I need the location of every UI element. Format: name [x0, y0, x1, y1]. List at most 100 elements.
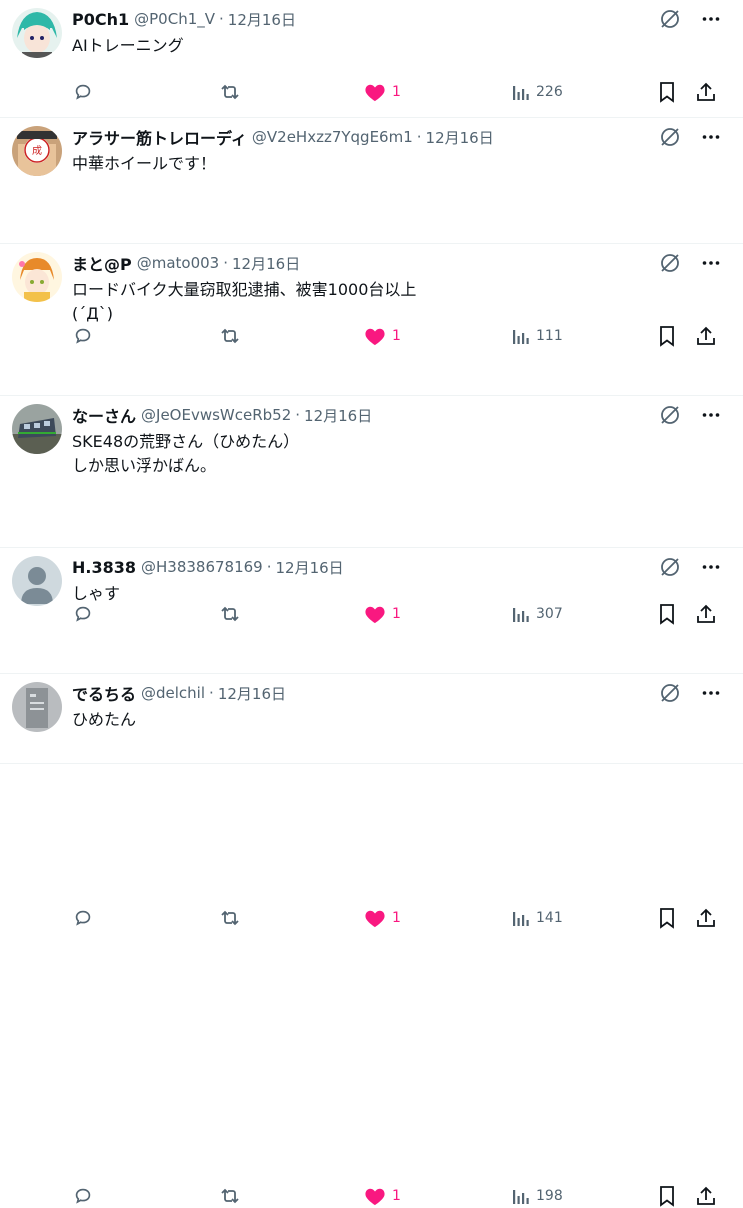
- views-button[interactable]: 141: [512, 908, 563, 928]
- user-handle[interactable]: @mato003: [137, 254, 220, 272]
- separator-dot: ·: [209, 684, 214, 702]
- bookmark-button[interactable]: [658, 81, 676, 103]
- like-button[interactable]: 1: [364, 82, 401, 102]
- reply-icon: [72, 81, 94, 103]
- action-bar: 1 198: [72, 1184, 721, 1208]
- retweet-button[interactable]: [218, 907, 242, 929]
- timestamp[interactable]: 12月16日: [228, 9, 296, 30]
- more-icon[interactable]: [701, 253, 721, 273]
- heart-icon: [364, 908, 386, 928]
- display-name[interactable]: なーさん: [72, 403, 136, 427]
- like-count: 1: [392, 910, 401, 926]
- share-button[interactable]: [695, 907, 717, 929]
- retweet-icon: [218, 907, 242, 929]
- display-name[interactable]: でるちる: [72, 681, 136, 705]
- retweet-button[interactable]: [218, 81, 242, 103]
- user-handle[interactable]: @H3838678169: [141, 558, 263, 576]
- avatar[interactable]: [12, 556, 62, 606]
- svg-text:成: 成: [32, 145, 42, 157]
- post-text: AIトレーニング: [72, 34, 184, 58]
- share-button[interactable]: [695, 1185, 717, 1207]
- timestamp[interactable]: 12月16日: [232, 253, 300, 274]
- reply-button[interactable]: [72, 907, 94, 929]
- reply-icon: [72, 1185, 94, 1207]
- post[interactable]: まと@P @mato003 · 12月16日 ロードバイク大量窃取犯逮捕、被害1000台…: [0, 244, 743, 625]
- reply-icon: [72, 907, 94, 929]
- retweet-button[interactable]: [218, 1185, 242, 1207]
- more-icon[interactable]: [701, 557, 721, 577]
- more-icon[interactable]: [701, 405, 721, 425]
- views-icon: [512, 1186, 530, 1206]
- reply-button[interactable]: [72, 1185, 94, 1207]
- view-count: 141: [536, 910, 563, 926]
- bookmark-icon: [658, 907, 676, 929]
- share-button[interactable]: [695, 81, 717, 103]
- post-text: ロードバイク大量窃取犯逮捕、被害1000台以上 (´Д`): [72, 278, 416, 326]
- share-icon: [695, 1185, 717, 1207]
- display-name[interactable]: アラサー筋トレローディ: [72, 125, 247, 149]
- heart-icon: [364, 82, 386, 102]
- post-text: SKE48の荒野さん（ひめたん） しか思い浮かばん。: [72, 430, 299, 478]
- bookmark-button[interactable]: [658, 907, 676, 929]
- post-top-actions: [659, 126, 721, 148]
- views-button[interactable]: 226: [512, 82, 563, 102]
- user-handle[interactable]: @V2eHxzz7YqgE6m1: [252, 128, 413, 146]
- view-count: 226: [536, 84, 563, 100]
- bookmark-button[interactable]: [658, 1185, 676, 1207]
- post-text-line: ロードバイク大量窃取犯逮捕、被害1000台以上: [72, 280, 417, 299]
- avatar[interactable]: [12, 404, 62, 454]
- timestamp[interactable]: 12月16日: [218, 683, 286, 704]
- post[interactable]: でるちる @delchil · 12月16日 ひめたん: [0, 674, 743, 764]
- grok-icon[interactable]: [659, 252, 681, 274]
- post[interactable]: H.3838 @H3838678169 · 12月16日 しゃす 1 198: [0, 548, 743, 1207]
- post-text-line: AIトレーニング: [72, 36, 184, 55]
- grok-icon[interactable]: [659, 8, 681, 30]
- post[interactable]: なーさん @JeOEvwsWceRb52 · 12月16日 SKE48の荒野さん（ひめた…: [0, 396, 743, 929]
- post-top-actions: [659, 404, 721, 426]
- post[interactable]: P0Ch1 @P0Ch1_V · 12月16日 AIトレーニング 1 226: [0, 0, 743, 118]
- post-top-actions: [659, 682, 721, 704]
- like-button[interactable]: 1: [364, 1186, 401, 1206]
- avatar[interactable]: 成: [12, 126, 62, 176]
- share-icon: [695, 81, 717, 103]
- action-bar: 1 226: [72, 80, 721, 104]
- timestamp[interactable]: 12月16日: [304, 405, 372, 426]
- grok-icon[interactable]: [659, 556, 681, 578]
- more-icon[interactable]: [701, 127, 721, 147]
- timestamp[interactable]: 12月16日: [276, 557, 344, 578]
- post-text: 中華ホイールです！: [72, 152, 216, 176]
- avatar[interactable]: [12, 682, 62, 732]
- post-header: アラサー筋トレローディ @V2eHxzz7YqgE6m1 · 12月16日: [72, 126, 494, 148]
- more-icon[interactable]: [701, 9, 721, 29]
- grok-icon[interactable]: [659, 404, 681, 426]
- avatar[interactable]: [12, 8, 62, 58]
- display-name[interactable]: P0Ch1: [72, 10, 129, 29]
- user-handle[interactable]: @JeOEvwsWceRb52: [141, 406, 291, 424]
- view-count: 198: [536, 1188, 563, 1204]
- grok-icon[interactable]: [659, 126, 681, 148]
- timestamp[interactable]: 12月16日: [426, 127, 494, 148]
- views-icon: [512, 908, 530, 928]
- post-text-line: SKE48の荒野さん（ひめたん）: [72, 432, 300, 451]
- display-name[interactable]: H.3838: [72, 558, 136, 577]
- post-header: でるちる @delchil · 12月16日: [72, 682, 286, 704]
- bookmark-icon: [658, 1185, 676, 1207]
- post-header: まと@P @mato003 · 12月16日: [72, 252, 300, 274]
- grok-icon[interactable]: [659, 682, 681, 704]
- share-icon: [695, 907, 717, 929]
- like-button[interactable]: 1: [364, 908, 401, 928]
- like-count: 1: [392, 1188, 401, 1204]
- bookmark-icon: [658, 81, 676, 103]
- post-text-line: しゃす: [72, 584, 121, 603]
- views-button[interactable]: 198: [512, 1186, 563, 1206]
- display-name[interactable]: まと@P: [72, 251, 132, 275]
- more-icon[interactable]: [701, 683, 721, 703]
- post[interactable]: 成アラサー筋トレローディ @V2eHxzz7YqgE6m1 · 12月16日 中華ホイー…: [0, 118, 743, 347]
- separator-dot: ·: [219, 10, 224, 28]
- user-handle[interactable]: @delchil: [141, 684, 205, 702]
- user-handle[interactable]: @P0Ch1_V: [134, 10, 215, 28]
- post-header: なーさん @JeOEvwsWceRb52 · 12月16日: [72, 404, 372, 426]
- reply-button[interactable]: [72, 81, 94, 103]
- avatar[interactable]: [12, 252, 62, 302]
- action-bar: 1 141: [72, 906, 721, 930]
